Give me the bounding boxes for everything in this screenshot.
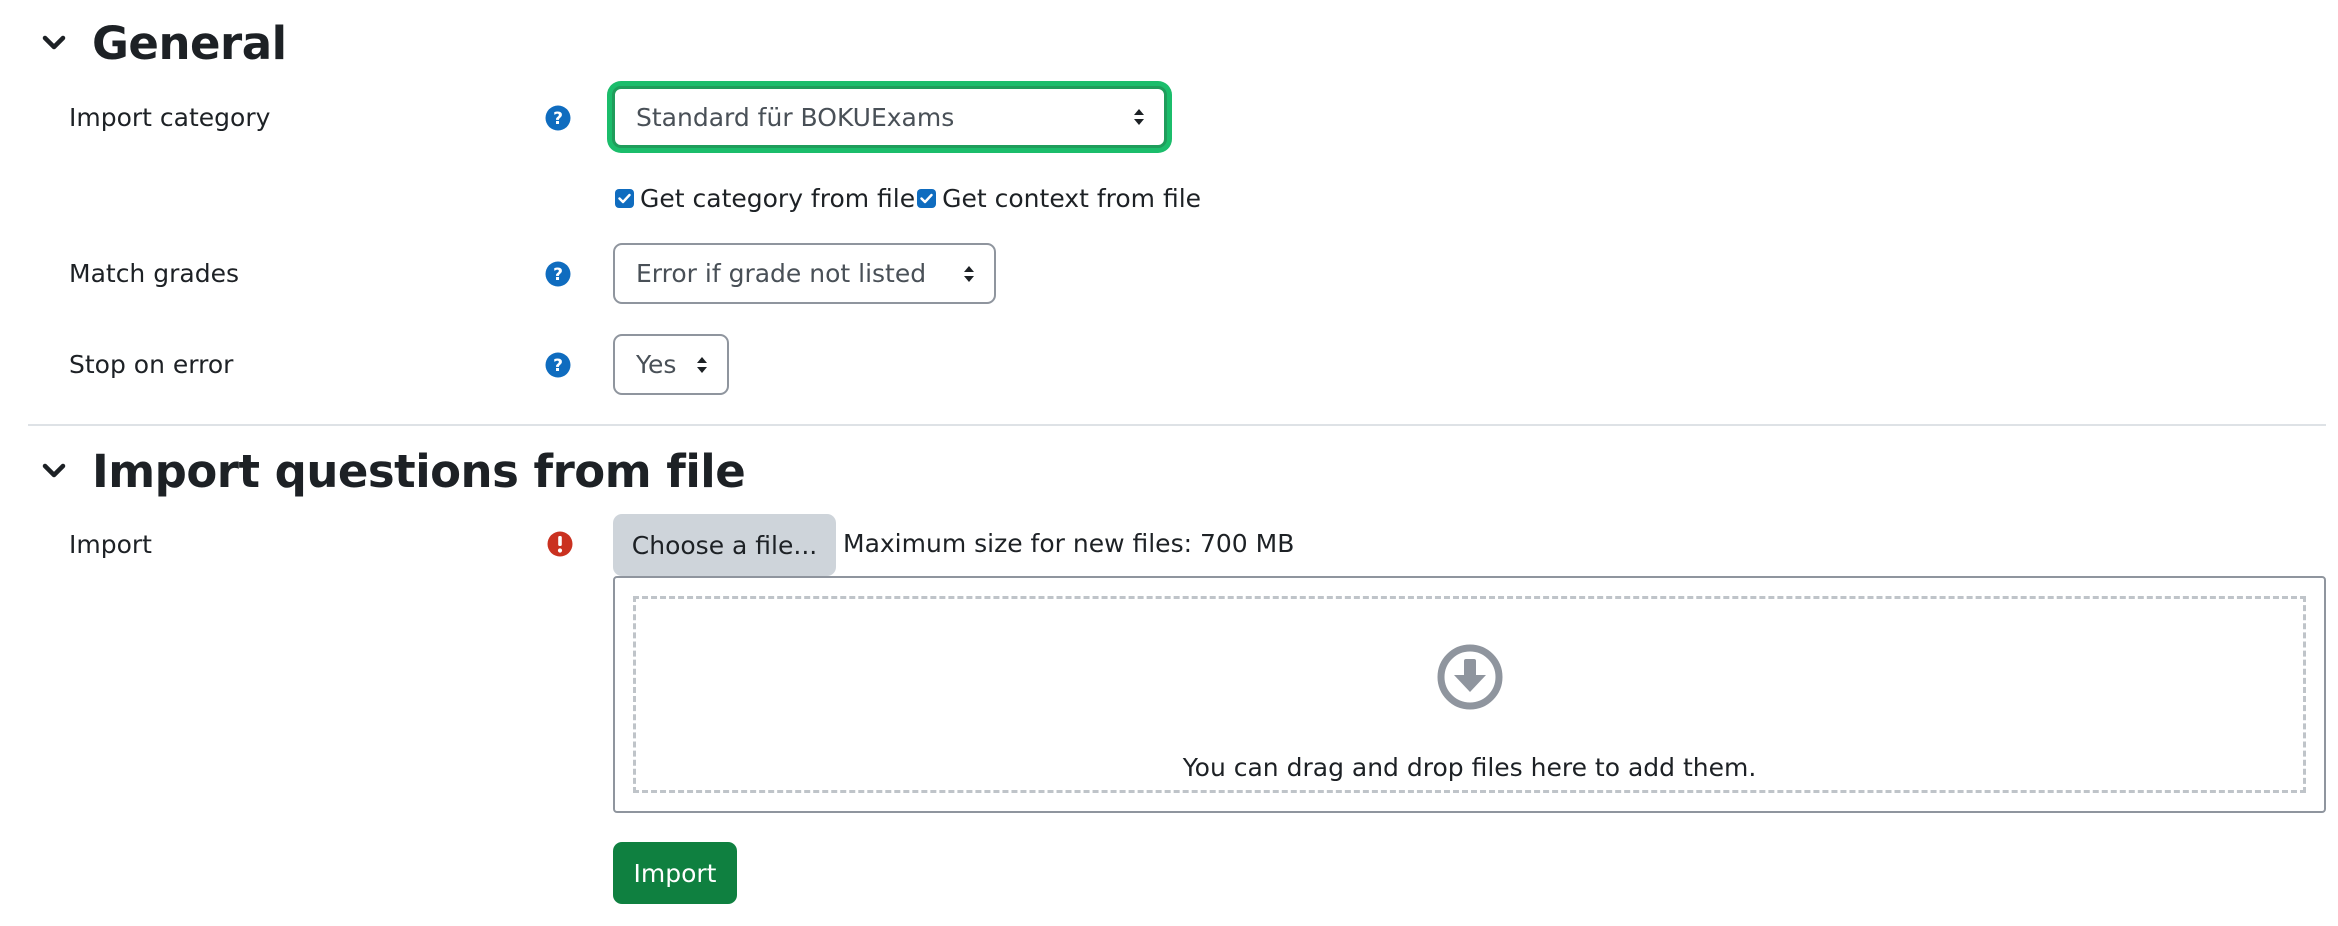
- general-section-title: General: [92, 16, 287, 70]
- svg-text:?: ?: [553, 109, 563, 129]
- select-caret-icon: [1134, 109, 1144, 125]
- drop-zone-text: You can drag and drop files here to add …: [1182, 753, 1757, 782]
- stop-on-error-value: Yes: [636, 350, 677, 379]
- get-category-label[interactable]: Get category from file: [640, 184, 915, 213]
- match-grades-label: Match grades: [69, 259, 239, 288]
- match-grades-select[interactable]: Error if grade not listed: [613, 243, 996, 304]
- import-section-title: Import questions from file: [92, 444, 746, 498]
- file-drop-zone[interactable]: You can drag and drop files here to add …: [613, 576, 2326, 813]
- import-field-label: Import: [69, 530, 152, 559]
- import-category-select[interactable]: Standard für BOKUExams: [612, 86, 1167, 148]
- match-grades-help-icon[interactable]: ?: [545, 261, 571, 287]
- checkbox-group: Get category from file Get context from …: [615, 183, 1201, 213]
- select-caret-icon: [697, 356, 707, 373]
- import-category-value: Standard für BOKUExams: [636, 102, 955, 132]
- section-divider: [28, 424, 2326, 426]
- import-section-header: Import questions from file: [36, 444, 746, 498]
- import-submit-button[interactable]: Import: [613, 842, 737, 904]
- collapse-general-chevron-icon[interactable]: [36, 25, 72, 61]
- svg-text:?: ?: [553, 356, 563, 376]
- get-context-label[interactable]: Get context from file: [942, 184, 1201, 213]
- stop-on-error-label: Stop on error: [69, 350, 234, 379]
- import-category-help-icon[interactable]: ?: [545, 105, 571, 131]
- get-context-checkbox[interactable]: [917, 188, 937, 208]
- get-category-checkbox[interactable]: [615, 188, 634, 208]
- import-category-label: Import category: [69, 103, 271, 132]
- required-icon: [547, 531, 573, 562]
- choose-file-button[interactable]: Choose a file...: [613, 514, 836, 576]
- stop-on-error-select[interactable]: Yes: [613, 334, 729, 395]
- general-section-header: General: [36, 16, 287, 70]
- stop-on-error-help-icon[interactable]: ?: [545, 352, 571, 378]
- file-drop-zone-dashed-area: You can drag and drop files here to add …: [633, 596, 2306, 793]
- svg-text:?: ?: [553, 265, 563, 285]
- download-arrow-icon: [1437, 644, 1503, 715]
- match-grades-value: Error if grade not listed: [636, 259, 927, 288]
- max-size-text: Maximum size for new files: 700 MB: [843, 529, 1295, 558]
- select-caret-icon: [964, 265, 974, 282]
- collapse-import-chevron-icon[interactable]: [36, 453, 72, 489]
